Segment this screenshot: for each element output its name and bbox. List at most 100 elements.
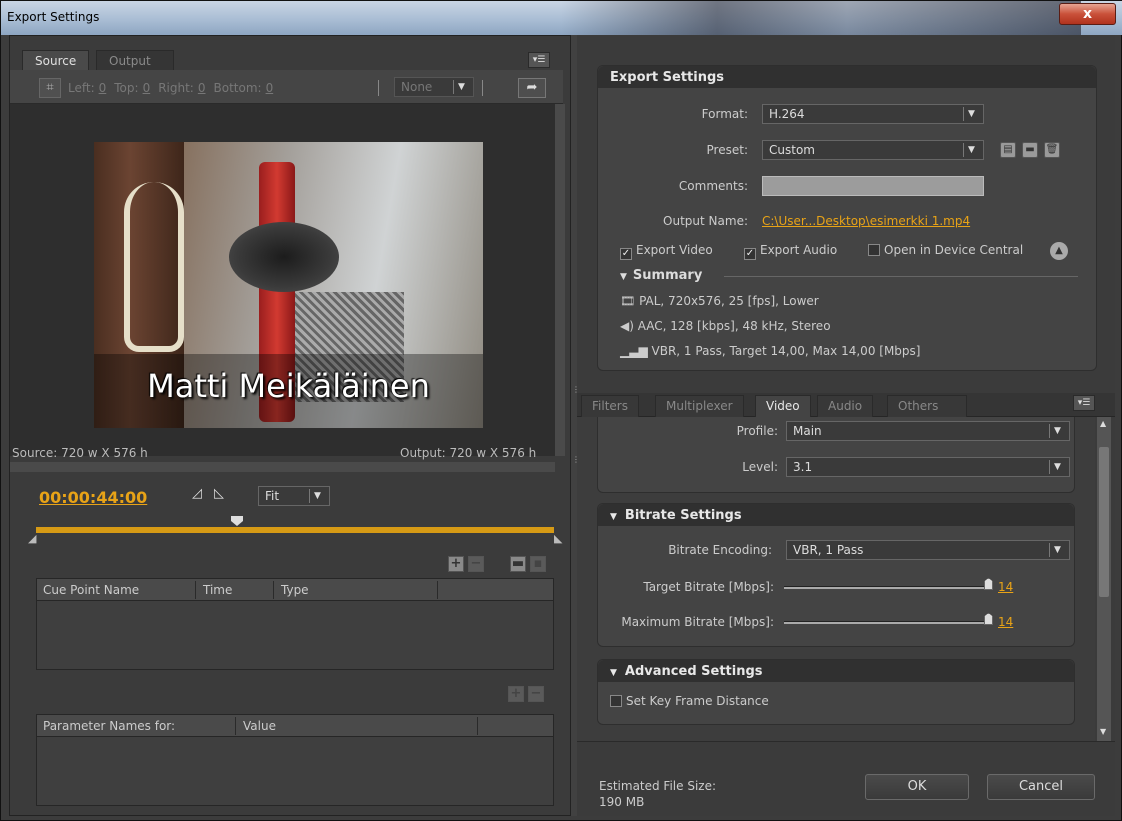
- splitter-grip[interactable]: ⋮: [572, 385, 580, 394]
- summary-toggle[interactable]: ▼ Summary: [620, 268, 702, 283]
- add-parameter-button[interactable]: +: [508, 686, 524, 702]
- max-bitrate-handle[interactable]: [984, 613, 993, 625]
- advanced-settings-header[interactable]: ▼ Advanced Settings: [598, 660, 1074, 682]
- tab-filters[interactable]: Filters: [581, 395, 639, 417]
- crop-right-value[interactable]: 0: [198, 81, 206, 95]
- timeline-bar[interactable]: [36, 527, 554, 533]
- column-parameter-names[interactable]: Parameter Names for:: [43, 719, 175, 733]
- summary-bitrate-line: ▁▃▆ VBR, 1 Pass, Target 14,00, Max 14,00…: [620, 344, 920, 358]
- import-preset-icon[interactable]: ▬: [1022, 142, 1038, 158]
- output-name-link[interactable]: C:\User...Desktop\esimerkki 1.mp4: [762, 214, 970, 228]
- toolbar-divider: [482, 80, 483, 96]
- cue-point-table: Cue Point Name Time Type: [36, 578, 554, 670]
- export-settings-window: Export Settings x Source Output ▾☰ ⌗ Lef…: [0, 0, 1122, 821]
- crop-ratio-dropdown[interactable]: None ▼: [394, 77, 474, 97]
- set-in-point-icon[interactable]: ◿: [192, 486, 202, 501]
- crop-bottom-value[interactable]: 0: [266, 81, 274, 95]
- playhead-icon[interactable]: [231, 516, 243, 526]
- column-divider: [273, 581, 274, 599]
- chevron-down-icon: ▼: [1049, 460, 1065, 474]
- crop-left-label: Left:: [68, 81, 95, 95]
- crop-left-value[interactable]: 0: [99, 81, 107, 95]
- video-preview-area: Matti Meikäläinen: [10, 104, 555, 456]
- target-bitrate-slider[interactable]: [784, 586, 990, 589]
- video-caption: Matti Meikäläinen: [147, 367, 430, 405]
- export-video-checkbox[interactable]: ✓ Export Video: [620, 243, 713, 260]
- triangle-down-icon: ▼: [620, 272, 627, 282]
- level-dropdown[interactable]: 3.1 ▼: [786, 457, 1070, 477]
- format-label: Format:: [701, 107, 748, 121]
- column-value[interactable]: Value: [243, 719, 276, 733]
- triangle-down-icon: ▼: [610, 512, 617, 522]
- summary-divider: [724, 276, 1078, 277]
- preset-dropdown[interactable]: Custom ▼: [762, 140, 984, 160]
- keyframe-distance-label: Set Key Frame Distance: [626, 694, 769, 708]
- scroll-up-icon[interactable]: ▲: [1100, 419, 1106, 428]
- format-dropdown[interactable]: H.264 ▼: [762, 104, 984, 124]
- bitrate-settings-header[interactable]: ▼ Bitrate Settings: [598, 504, 1074, 526]
- collapse-up-icon[interactable]: ▲: [1050, 242, 1068, 260]
- device-central-checkbox[interactable]: Open in Device Central: [868, 243, 1023, 257]
- out-point-marker-icon[interactable]: ◣: [554, 532, 562, 545]
- column-divider: [437, 581, 438, 599]
- device-central-label: Open in Device Central: [884, 243, 1024, 257]
- remove-cue-point-button[interactable]: −: [468, 556, 484, 572]
- ok-button[interactable]: OK: [865, 774, 969, 800]
- scroll-down-icon[interactable]: ▼: [1100, 727, 1106, 736]
- crop-top-value[interactable]: 0: [143, 81, 151, 95]
- panel-menu-icon[interactable]: ▾☰: [1073, 395, 1095, 411]
- column-time[interactable]: Time: [203, 583, 232, 597]
- chevron-down-icon: ▼: [963, 107, 979, 121]
- chevron-down-icon: ▼: [309, 489, 325, 503]
- target-bitrate-handle[interactable]: [984, 578, 993, 590]
- max-bitrate-slider[interactable]: [784, 621, 990, 624]
- in-point-marker-icon[interactable]: ◢: [28, 532, 36, 545]
- max-bitrate-value[interactable]: 14: [998, 615, 1013, 629]
- column-type[interactable]: Type: [281, 583, 309, 597]
- film-icon: 🎞: [620, 294, 636, 308]
- export-settings-section: Export Settings Format: H.264 ▼ Preset: C…: [597, 65, 1097, 371]
- bitrate-settings-section: ▼ Bitrate Settings Bitrate Encoding: VBR,…: [597, 503, 1075, 647]
- splitter-grip[interactable]: ⋮: [572, 455, 580, 464]
- tab-output[interactable]: Output: [96, 50, 174, 70]
- scrollbar-thumb[interactable]: [1099, 447, 1109, 597]
- cancel-button[interactable]: Cancel: [987, 774, 1095, 800]
- output-dimensions: Output: 720 w X 576 h: [400, 446, 537, 460]
- panel-menu-icon[interactable]: ▾☰: [528, 52, 550, 68]
- column-cue-point-name[interactable]: Cue Point Name: [43, 583, 139, 597]
- delete-preset-icon[interactable]: 🗑: [1044, 142, 1060, 158]
- tab-multiplexer[interactable]: Multiplexer: [655, 395, 744, 417]
- bitrate-encoding-dropdown[interactable]: VBR, 1 Pass ▼: [786, 540, 1070, 560]
- open-folder-icon[interactable]: ▬: [510, 556, 526, 572]
- crop-icon[interactable]: ⌗: [39, 78, 61, 98]
- title-bar[interactable]: Export Settings x: [1, 1, 1122, 35]
- zoom-dropdown[interactable]: Fit ▼: [258, 486, 330, 506]
- save-icon[interactable]: ▪: [530, 556, 546, 572]
- profile-dropdown[interactable]: Main ▼: [786, 421, 1070, 441]
- set-out-point-icon[interactable]: ◺: [214, 486, 224, 501]
- add-cue-point-button[interactable]: +: [448, 556, 464, 572]
- settings-vertical-scrollbar[interactable]: ▲ ▼: [1097, 417, 1111, 741]
- tab-video[interactable]: Video: [755, 395, 811, 417]
- bitrate-settings-heading: Bitrate Settings: [624, 508, 742, 523]
- remove-parameter-button[interactable]: −: [528, 686, 544, 702]
- rotate-arrow-icon[interactable]: ➦: [518, 78, 546, 98]
- export-audio-checkbox[interactable]: ✓ Export Audio: [744, 243, 837, 260]
- close-button[interactable]: x: [1059, 3, 1116, 25]
- target-bitrate-value[interactable]: 14: [998, 580, 1013, 594]
- speaker-icon: ◀): [620, 319, 634, 333]
- preview-horizontal-scrollbar[interactable]: [10, 462, 555, 472]
- parameter-table-header: Parameter Names for: Value: [37, 715, 553, 737]
- tab-source[interactable]: Source: [22, 50, 90, 70]
- save-preset-icon[interactable]: ▤: [1000, 142, 1016, 158]
- tab-audio[interactable]: Audio: [817, 395, 874, 417]
- tab-others[interactable]: Others: [887, 395, 967, 417]
- profile-value: Main: [793, 424, 822, 438]
- preview-vertical-scrollbar[interactable]: [555, 104, 565, 456]
- crop-ratio-value: None: [401, 80, 433, 94]
- timecode-display[interactable]: 00:00:44:00: [39, 488, 147, 507]
- checkmark-icon: ✓: [744, 248, 756, 260]
- keyframe-distance-checkbox[interactable]: Set Key Frame Distance: [610, 694, 769, 708]
- summary-audio-text: AAC, 128 [kbps], 48 kHz, Stereo: [637, 319, 831, 333]
- comments-field[interactable]: [762, 176, 984, 196]
